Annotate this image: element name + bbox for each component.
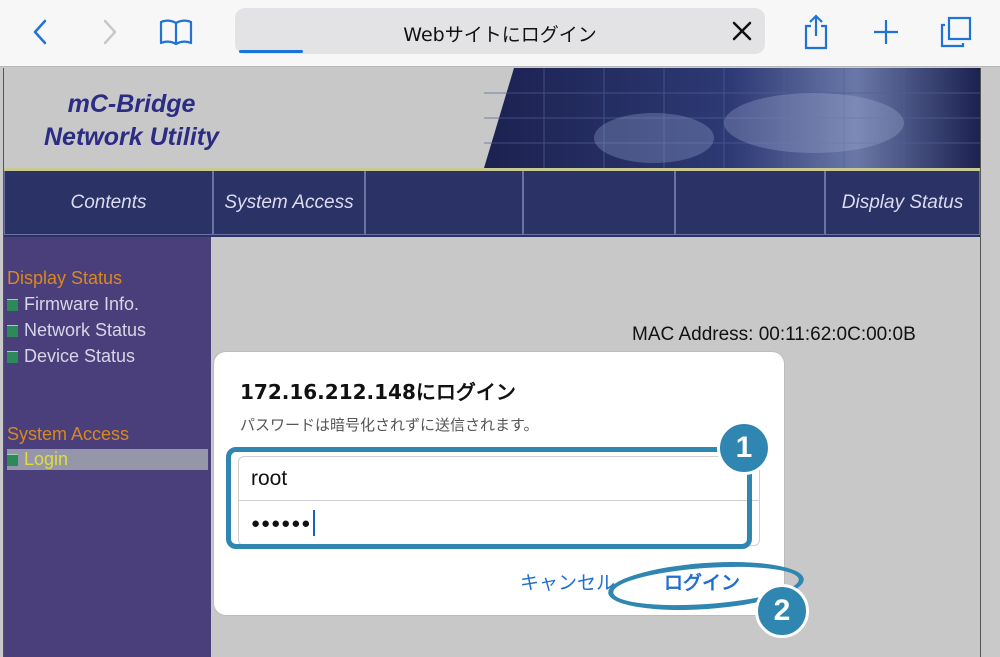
page-title: Webサイトにログイン [403, 24, 597, 46]
sidebar-item-label: Network Status [24, 320, 147, 340]
sidebar-item-label: Device Status [24, 346, 136, 366]
dialog-title: 172.16.212.148にログイン [240, 380, 516, 404]
sidebar-item-device-status[interactable]: Device Status [7, 346, 135, 367]
bullet-icon [7, 298, 18, 311]
nav-blank-1 [365, 171, 523, 235]
browser-toolbar: Webサイトにログイン [0, 0, 1000, 67]
mac-address: MAC Address: 00:11:62:0C:00:0B [632, 324, 916, 345]
sidebar: Display Status Firmware Info. Network St… [4, 237, 211, 657]
nav-blank-2 [523, 171, 675, 235]
sidebar-item-login[interactable]: Login [7, 449, 208, 470]
sidebar-item-firmware-info[interactable]: Firmware Info. [7, 294, 139, 315]
cancel-button[interactable]: キャンセル [520, 568, 615, 595]
site-banner: mC-Bridge Network Utility [4, 68, 980, 168]
bullet-icon [7, 324, 18, 337]
sidebar-item-label: Login [24, 449, 69, 469]
address-bar[interactable]: Webサイトにログイン [235, 8, 765, 54]
tabs-icon[interactable] [936, 12, 976, 52]
sidebar-heading-display-status: Display Status [7, 268, 123, 288]
fields-highlight [226, 447, 752, 549]
brand-line-1: mC-Bridge [67, 90, 196, 118]
sidebar-item-network-status[interactable]: Network Status [7, 320, 146, 341]
nav-contents[interactable]: Contents [4, 171, 213, 235]
bullet-icon [7, 350, 18, 363]
bookmarks-icon[interactable] [156, 12, 196, 52]
nav-blank-3 [675, 171, 825, 235]
banner-graphic [484, 68, 980, 168]
sidebar-item-label: Firmware Info. [24, 294, 140, 314]
close-icon[interactable] [729, 18, 755, 44]
site-brand: mC-Bridge Network Utility [44, 88, 219, 154]
nav-system-access[interactable]: System Access [213, 171, 365, 235]
dialog-subtitle: パスワードは暗号化されずに送信されます。 [240, 416, 539, 434]
nav-display-status[interactable]: Display Status [825, 171, 980, 235]
forward-icon[interactable] [90, 12, 130, 52]
step-2-badge: 2 [755, 584, 809, 638]
back-icon[interactable] [20, 12, 60, 52]
bullet-icon [7, 453, 18, 466]
top-nav: Contents System Access Display Status [4, 171, 980, 237]
sidebar-heading-system-access: System Access [7, 424, 130, 444]
load-progress-bar [239, 50, 303, 53]
step-1-badge: 1 [717, 421, 771, 475]
add-tab-icon[interactable] [866, 12, 906, 52]
share-icon[interactable] [796, 12, 836, 52]
brand-line-2: Network Utility [44, 123, 220, 151]
